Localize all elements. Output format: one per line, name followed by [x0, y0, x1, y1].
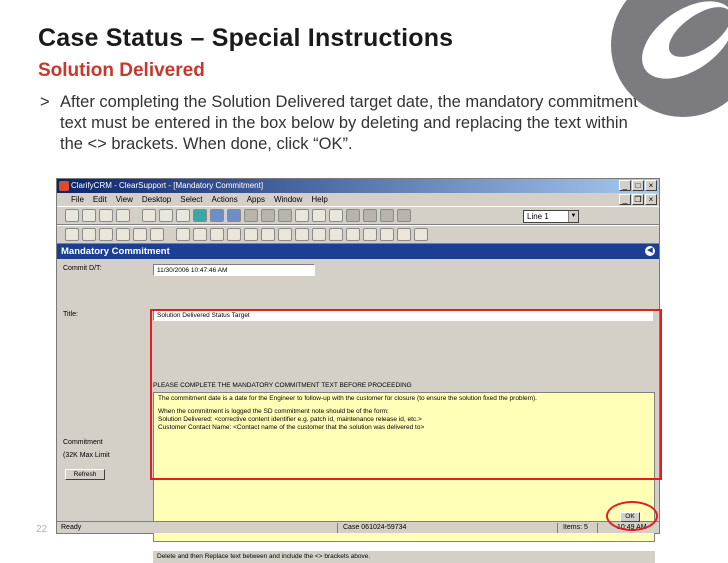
panel-title: Mandatory Commitment	[61, 246, 170, 257]
menu-edit[interactable]: Edit	[93, 193, 107, 206]
menu-view[interactable]: View	[116, 193, 133, 206]
line-select[interactable]: Line 1 ▼	[523, 210, 579, 223]
status-case: Case 061024-59734	[343, 524, 407, 531]
menu-desktop[interactable]: Desktop	[142, 193, 171, 206]
tool-icon-15[interactable]	[414, 228, 428, 241]
toolbar-primary: Line 1 ▼	[57, 206, 659, 225]
chevron-down-icon[interactable]: ▼	[568, 211, 578, 222]
collapse-icon[interactable]: ◀	[645, 246, 655, 256]
find-icon[interactable]	[312, 209, 326, 222]
tool-icon-14[interactable]	[397, 228, 411, 241]
child-minimize-button[interactable]: _	[619, 194, 631, 205]
print-icon[interactable]	[116, 228, 130, 241]
tool-icon-6[interactable]	[261, 228, 275, 241]
open-icon[interactable]	[82, 228, 96, 241]
save-icon[interactable]	[99, 228, 113, 241]
max-limit-label: (32K Max Limit	[63, 452, 110, 459]
tool-icon-10[interactable]	[329, 228, 343, 241]
menu-help[interactable]: Help	[311, 193, 327, 206]
subcase-icon[interactable]	[244, 209, 258, 222]
company-logo-icon	[611, 0, 728, 117]
commitment-highlight	[150, 309, 662, 480]
tool-icon-1[interactable]	[176, 228, 190, 241]
child-restore-button[interactable]: ❐	[632, 194, 644, 205]
window-title: ClarifyCRM - ClearSupport - [Mandatory C…	[71, 181, 264, 190]
help-icon[interactable]	[329, 209, 343, 222]
slide-subtitle: Solution Delivered	[38, 60, 205, 81]
bullet-marker: >	[40, 93, 50, 111]
refresh-button[interactable]: Refresh	[65, 469, 105, 480]
tool-icon-8[interactable]	[295, 228, 309, 241]
toolbar-secondary	[57, 225, 659, 244]
child-close-button[interactable]: ×	[645, 194, 657, 205]
solution-icon[interactable]	[227, 209, 241, 222]
line-select-value: Line 1	[527, 212, 549, 221]
menu-actions[interactable]: Actions	[211, 193, 237, 206]
window-titlebar: ClarifyCRM - ClearSupport - [Mandatory C…	[57, 179, 659, 193]
user-icon[interactable]	[133, 228, 147, 241]
maximize-button[interactable]: □	[632, 180, 644, 191]
blank-icon-2[interactable]	[363, 209, 377, 222]
new-icon[interactable]	[65, 228, 79, 241]
tool-icon-12[interactable]	[363, 228, 377, 241]
tool-icon-11[interactable]	[346, 228, 360, 241]
blank-icon-4[interactable]	[397, 209, 411, 222]
menu-apps[interactable]: Apps	[247, 193, 265, 206]
close-button[interactable]: ×	[645, 180, 657, 191]
menu-select[interactable]: Select	[180, 193, 202, 206]
instruction-bullet: > After completing the Solution Delivere…	[40, 92, 650, 155]
tool-icon-9[interactable]	[312, 228, 326, 241]
slide-title: Case Status – Special Instructions	[38, 24, 454, 52]
blank-icon-3[interactable]	[380, 209, 394, 222]
bullet-text: After completing the Solution Delivered …	[60, 93, 638, 153]
globe-icon[interactable]	[193, 209, 207, 222]
ok-highlight-circle	[606, 501, 658, 531]
menu-file[interactable]: File	[71, 193, 84, 206]
commit-dt-label: Commit D/T:	[63, 265, 102, 272]
queue-icon[interactable]	[278, 209, 292, 222]
slide-number: 22	[36, 524, 48, 535]
tool-icon-13[interactable]	[380, 228, 394, 241]
back-icon[interactable]	[65, 209, 79, 222]
tool-icon-7[interactable]	[278, 228, 292, 241]
commitment-footer: Delete and then Replace text between and…	[153, 551, 655, 563]
status-bar: Ready Case 061024-59734 Items: 5 10:49 A…	[57, 521, 659, 533]
status-ready: Ready	[61, 524, 82, 531]
tool-icon-4[interactable]	[227, 228, 241, 241]
wipbin-icon[interactable]	[295, 209, 309, 222]
tool-icon-2[interactable]	[193, 228, 207, 241]
commit-dt-field[interactable]: 11/30/2006 10:47:46 AM	[153, 264, 315, 276]
case-icon[interactable]	[210, 209, 224, 222]
blank-icon-1[interactable]	[346, 209, 360, 222]
tool-icon-3[interactable]	[210, 228, 224, 241]
site-icon[interactable]	[176, 209, 190, 222]
contact-icon[interactable]	[159, 209, 173, 222]
building-icon[interactable]	[142, 209, 156, 222]
minimize-button[interactable]: _	[619, 180, 631, 191]
up-icon[interactable]	[99, 209, 113, 222]
app-icon	[59, 181, 69, 191]
part-icon[interactable]	[261, 209, 275, 222]
status-items: Items: 5	[563, 524, 588, 531]
tool-icon-5[interactable]	[244, 228, 258, 241]
title-label: Title:	[63, 311, 78, 318]
menu-bar: File Edit View Desktop Select Actions Ap…	[57, 193, 659, 206]
commitment-label: Commitment	[63, 439, 103, 446]
edit-icon[interactable]	[150, 228, 164, 241]
panel-header: Mandatory Commitment ◀	[57, 244, 659, 259]
menu-window[interactable]: Window	[274, 193, 302, 206]
forward-icon[interactable]	[82, 209, 96, 222]
down-icon[interactable]	[116, 209, 130, 222]
